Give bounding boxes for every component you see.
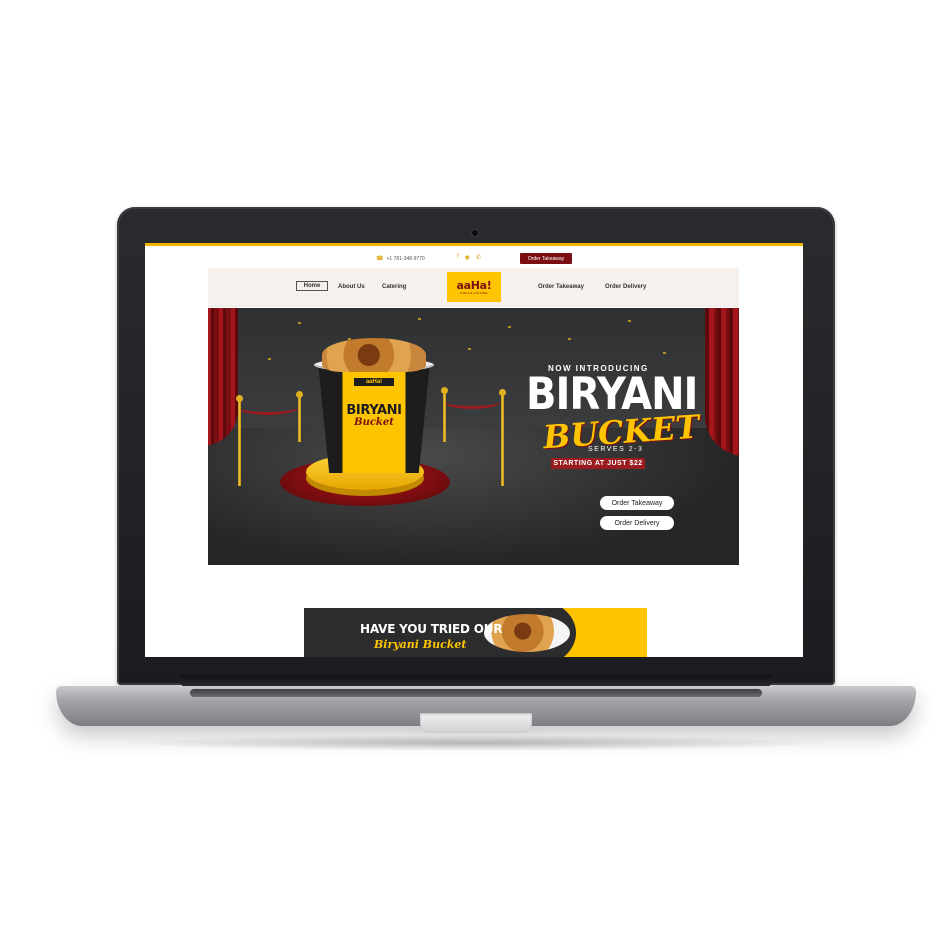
phone-number: +1 781-348-9770 xyxy=(386,255,425,262)
bucket-logo: aaHa! xyxy=(354,378,394,386)
confetti xyxy=(418,318,421,320)
hero-price-badge: STARTING AT JUST $22 xyxy=(551,458,645,469)
keyboard-edge xyxy=(190,689,762,697)
biryani-food-image xyxy=(322,338,426,372)
stanchion-post xyxy=(296,391,303,442)
stanchion-post xyxy=(441,387,448,442)
whatsapp-icon[interactable]: ✆ xyxy=(476,254,481,261)
laptop-screen: ☎ +1 781-348-9770 f ◉ ✆ Order Takeaway H… xyxy=(145,243,803,657)
confetti xyxy=(298,322,301,324)
bucket-script: Bucket xyxy=(354,417,394,428)
hero-serves: SERVES 2-3 xyxy=(588,446,644,453)
hero-banner: aaHa! BIRYANI Bucket NOW INTRODUCING BIR… xyxy=(208,308,739,565)
stanchion-post xyxy=(236,395,243,486)
confetti xyxy=(508,326,511,328)
bucket-label: BIRYANI Bucket xyxy=(337,404,411,428)
confetti xyxy=(268,358,271,360)
camera-icon xyxy=(472,230,478,236)
confetti xyxy=(663,352,666,354)
nav-order-takeaway[interactable]: Order Takeaway xyxy=(538,284,584,290)
velvet-rope xyxy=(238,400,298,415)
social-links: f ◉ ✆ xyxy=(457,254,481,261)
nav-order-delivery[interactable]: Order Delivery xyxy=(605,284,646,290)
main-navigation: Home About Us Catering aaHa! INDIAN CUIS… xyxy=(208,268,739,307)
confetti xyxy=(628,320,631,322)
utility-bar: ☎ +1 781-348-9770 f ◉ ✆ Order Takeaway xyxy=(145,246,803,268)
promo-banner[interactable]: HAVE YOU TRIED OUR Biryani Bucket xyxy=(304,608,647,657)
promo-headline: HAVE YOU TRIED OUR xyxy=(360,622,503,636)
nav-catering[interactable]: Catering xyxy=(382,284,406,290)
facebook-icon[interactable]: f xyxy=(457,254,459,261)
trackpad-notch xyxy=(420,713,532,733)
hero-order-delivery-button[interactable]: Order Delivery xyxy=(600,516,674,530)
confetti xyxy=(568,338,571,340)
curtain-left xyxy=(208,308,238,446)
logo-text: aaHa! xyxy=(456,278,492,292)
instagram-icon[interactable]: ◉ xyxy=(465,254,470,261)
stanchion-post xyxy=(499,389,506,486)
promo-script: Biryani Bucket xyxy=(374,638,467,651)
nav-home[interactable]: Home xyxy=(296,281,328,291)
hero-order-takeaway-button[interactable]: Order Takeaway xyxy=(600,496,674,510)
confetti xyxy=(468,348,471,350)
nav-about-us[interactable]: About Us xyxy=(338,284,365,290)
curtain-right xyxy=(705,308,739,456)
laptop-shadow xyxy=(120,735,832,751)
brand-logo[interactable]: aaHa! INDIAN CUISINE xyxy=(447,272,501,302)
utility-order-takeaway-button[interactable]: Order Takeaway xyxy=(520,253,572,264)
logo-subtitle: INDIAN CUISINE xyxy=(460,290,488,295)
phone-link[interactable]: ☎ +1 781-348-9770 xyxy=(376,255,425,263)
velvet-rope xyxy=(443,394,501,409)
bucket-title: BIRYANI xyxy=(346,403,402,418)
phone-icon: ☎ xyxy=(376,256,384,262)
